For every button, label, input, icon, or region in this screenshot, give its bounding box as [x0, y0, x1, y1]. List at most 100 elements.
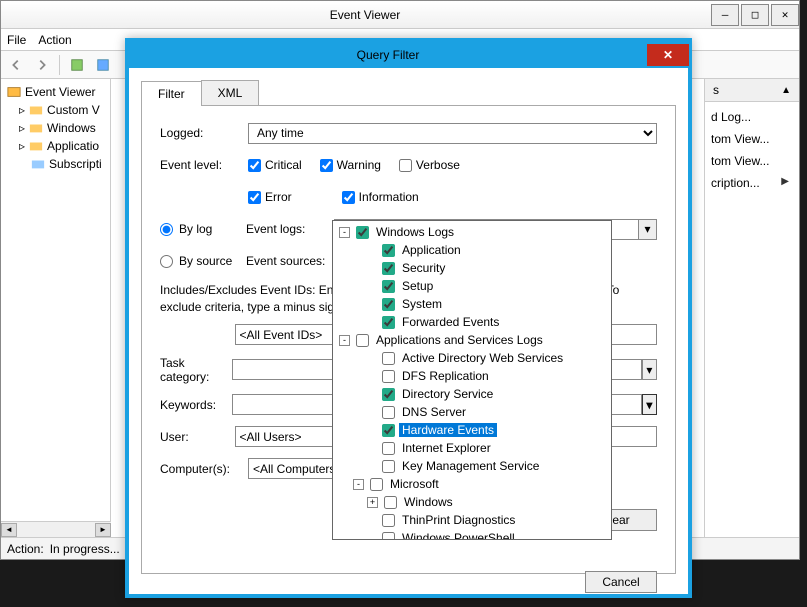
- dialog-titlebar[interactable]: Query Filter ✕: [129, 42, 688, 68]
- tree-checkbox[interactable]: [382, 388, 395, 401]
- back-button[interactable]: [5, 54, 27, 76]
- tree-node[interactable]: Key Management Service: [335, 457, 609, 475]
- by-source-radio[interactable]: [160, 255, 173, 268]
- tree-checkbox[interactable]: [370, 478, 383, 491]
- event-logs-tree-dropdown[interactable]: - Windows Logs Application Security Setup Sys…: [332, 220, 612, 540]
- scroll-right-button[interactable]: ►: [95, 523, 111, 537]
- tree-node-label[interactable]: Windows: [401, 495, 456, 509]
- action-item[interactable]: d Log...: [709, 106, 795, 128]
- tree-node-label[interactable]: Applications and Services Logs: [373, 333, 546, 347]
- action-item[interactable]: tom View...: [709, 128, 795, 150]
- toolbar-icon-1[interactable]: [66, 54, 88, 76]
- tree-node[interactable]: + Windows: [335, 493, 609, 511]
- tree-node-label[interactable]: Windows PowerShell: [399, 531, 518, 540]
- scroll-left-button[interactable]: ◄: [1, 523, 17, 537]
- tab-xml[interactable]: XML: [201, 80, 260, 105]
- tree-node[interactable]: - Applications and Services Logs: [335, 331, 609, 349]
- keywords-label: Keywords:: [160, 398, 232, 412]
- tree-checkbox[interactable]: [382, 532, 395, 541]
- tree-node[interactable]: Hardware Events: [335, 421, 609, 439]
- tree-item[interactable]: ▹Custom V: [5, 101, 106, 119]
- tree-checkbox[interactable]: [356, 334, 369, 347]
- tree-node[interactable]: Active Directory Web Services: [335, 349, 609, 367]
- tree-node-label[interactable]: Active Directory Web Services: [399, 351, 566, 365]
- critical-checkbox[interactable]: [248, 159, 261, 172]
- tree-node[interactable]: Setup: [335, 277, 609, 295]
- logged-select[interactable]: Any time: [248, 123, 657, 144]
- menu-action[interactable]: Action: [38, 33, 71, 47]
- dialog-close-button[interactable]: ✕: [647, 44, 689, 66]
- minimize-button[interactable]: —: [711, 4, 739, 26]
- status-label: Action:: [7, 542, 44, 556]
- tree-node-label[interactable]: DFS Replication: [399, 369, 492, 383]
- tree-node-label[interactable]: Forwarded Events: [399, 315, 502, 329]
- tree-node[interactable]: Application: [335, 241, 609, 259]
- tree-node[interactable]: - Microsoft: [335, 475, 609, 493]
- tree-checkbox[interactable]: [382, 514, 395, 527]
- tree-checkbox[interactable]: [382, 316, 395, 329]
- tree-node[interactable]: - Windows Logs: [335, 223, 609, 241]
- tree-node[interactable]: DFS Replication: [335, 367, 609, 385]
- tree-node-label[interactable]: Microsoft: [387, 477, 442, 491]
- tree-node[interactable]: Internet Explorer: [335, 439, 609, 457]
- verbose-checkbox[interactable]: [399, 159, 412, 172]
- collapse-icon[interactable]: -: [353, 479, 364, 490]
- tree-checkbox[interactable]: [382, 406, 395, 419]
- tree-node[interactable]: ThinPrint Diagnostics: [335, 511, 609, 529]
- collapse-icon[interactable]: -: [339, 227, 350, 238]
- tree-node-label[interactable]: Hardware Events: [399, 423, 497, 437]
- by-log-radio[interactable]: [160, 223, 173, 236]
- tab-filter[interactable]: Filter: [141, 81, 202, 106]
- tree-item[interactable]: ▹Windows: [5, 119, 106, 137]
- tree-checkbox[interactable]: [356, 226, 369, 239]
- tree-checkbox[interactable]: [382, 352, 395, 365]
- keywords-dropdown-button[interactable]: ▾: [642, 394, 657, 415]
- tree-node[interactable]: Security: [335, 259, 609, 277]
- cancel-button[interactable]: Cancel: [585, 571, 657, 593]
- tree-checkbox[interactable]: [382, 460, 395, 473]
- tree-node-label[interactable]: Setup: [399, 279, 436, 293]
- tree-node-label[interactable]: Application: [399, 243, 464, 257]
- tree-checkbox[interactable]: [384, 496, 397, 509]
- tree-checkbox[interactable]: [382, 370, 395, 383]
- warning-checkbox[interactable]: [320, 159, 333, 172]
- tree-checkbox[interactable]: [382, 244, 395, 257]
- action-item[interactable]: cription...▶: [709, 172, 795, 194]
- tree-root[interactable]: Event Viewer: [5, 83, 106, 101]
- toolbar-icon-2[interactable]: [92, 54, 114, 76]
- tree-checkbox[interactable]: [382, 262, 395, 275]
- tree-node-label[interactable]: Internet Explorer: [399, 441, 494, 455]
- tree-node-label[interactable]: ThinPrint Diagnostics: [399, 513, 518, 527]
- tree-checkbox[interactable]: [382, 424, 395, 437]
- tree-node[interactable]: Windows PowerShell: [335, 529, 609, 540]
- menu-file[interactable]: File: [7, 33, 26, 47]
- horizontal-scrollbar[interactable]: ◄ ►: [1, 521, 111, 537]
- event-logs-dropdown-button[interactable]: ▾: [639, 219, 657, 240]
- tree-node-label[interactable]: Windows Logs: [373, 225, 457, 239]
- tree-item[interactable]: ▹Applicatio: [5, 137, 106, 155]
- tree-node[interactable]: DNS Server: [335, 403, 609, 421]
- tree-node-label[interactable]: System: [399, 297, 445, 311]
- forward-button[interactable]: [31, 54, 53, 76]
- close-button[interactable]: ✕: [771, 4, 799, 26]
- error-checkbox[interactable]: [248, 191, 261, 204]
- tree-node[interactable]: Forwarded Events: [335, 313, 609, 331]
- action-item[interactable]: tom View...: [709, 150, 795, 172]
- tree-node-label[interactable]: Key Management Service: [399, 459, 542, 473]
- tree-node[interactable]: Directory Service: [335, 385, 609, 403]
- tree-node-label[interactable]: Security: [399, 261, 448, 275]
- collapse-icon[interactable]: -: [339, 335, 350, 346]
- maximize-button[interactable]: □: [741, 4, 769, 26]
- task-category-dropdown-button[interactable]: ▾: [642, 359, 657, 380]
- tree-checkbox[interactable]: [382, 442, 395, 455]
- information-checkbox[interactable]: [342, 191, 355, 204]
- tree-checkbox[interactable]: [382, 298, 395, 311]
- tree-node[interactable]: System: [335, 295, 609, 313]
- main-titlebar[interactable]: Event Viewer — □ ✕: [1, 1, 799, 29]
- navigation-tree[interactable]: Event Viewer ▹Custom V ▹Windows ▹Applica…: [1, 79, 111, 537]
- tree-item[interactable]: Subscripti: [5, 155, 106, 173]
- expand-icon[interactable]: +: [367, 497, 378, 508]
- tree-node-label[interactable]: Directory Service: [399, 387, 496, 401]
- tree-checkbox[interactable]: [382, 280, 395, 293]
- tree-node-label[interactable]: DNS Server: [399, 405, 469, 419]
